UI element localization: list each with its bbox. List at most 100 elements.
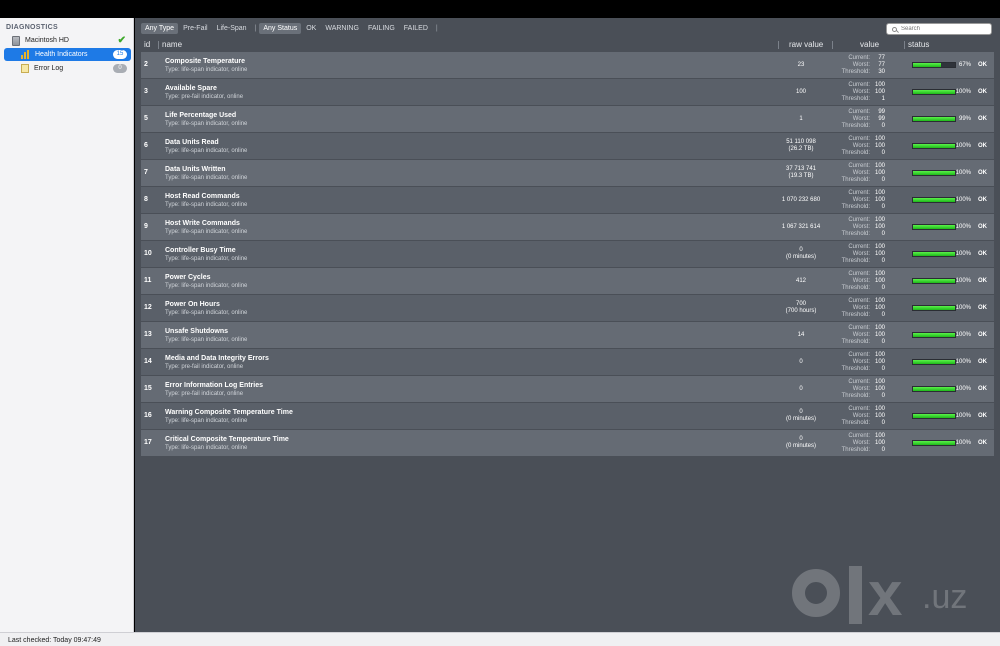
search-box[interactable] xyxy=(886,23,992,35)
health-progress-bar xyxy=(912,359,956,365)
health-percent: 100% xyxy=(955,413,971,419)
current-label: Current: xyxy=(848,55,870,61)
row-type: Type: life-span indicator, online xyxy=(165,229,248,235)
table-row[interactable]: 5 Life Percentage Used Type: life-span ind… xyxy=(141,106,994,133)
current-label: Current: xyxy=(848,190,870,196)
column-separator xyxy=(904,41,905,49)
search-input[interactable] xyxy=(901,26,981,32)
health-progress-bar xyxy=(912,332,956,338)
current-label: Current: xyxy=(848,379,870,385)
table-row[interactable]: 16 Warning Composite Temperature Time Type… xyxy=(141,403,994,430)
row-value-block: Current: 77 Worst: 77 Threshold: 30 xyxy=(831,55,885,76)
filter-life-span[interactable]: Life-Span xyxy=(213,23,251,34)
row-type: Type: life-span indicator, online xyxy=(165,337,248,343)
table-row[interactable]: 12 Power On Hours Type: life-span indicato… xyxy=(141,295,994,322)
table-row[interactable]: 6 Data Units Read Type: life-span indicato… xyxy=(141,133,994,160)
health-progress-bar xyxy=(912,224,956,230)
worst-label: Worst: xyxy=(852,278,870,284)
row-value-block: Current: 100 Worst: 100 Threshold: 0 xyxy=(831,217,885,238)
filter-failed[interactable]: FAILED xyxy=(400,23,432,34)
worst-label: Worst: xyxy=(852,359,870,365)
table-row[interactable]: 17 Critical Composite Temperature Time Typ… xyxy=(141,430,994,457)
table-row[interactable]: 14 Media and Data Integrity Errors Type: p… xyxy=(141,349,994,376)
filter-any-type[interactable]: Any Type xyxy=(141,22,179,34)
last-checked-text: Last checked: Today 09:47:49 xyxy=(8,637,101,644)
raw-value-secondary: (0 minutes) xyxy=(785,443,816,449)
table-row[interactable]: 13 Unsafe Shutdowns Type: life-span indica… xyxy=(141,322,994,349)
current-label: Current: xyxy=(848,406,870,412)
row-name: Available Spare xyxy=(165,85,217,92)
filter-failing[interactable]: FAILING xyxy=(364,23,399,34)
status-badge: OK xyxy=(978,116,987,122)
column-header-id[interactable]: id xyxy=(144,40,150,49)
table-row[interactable]: 10 Controller Busy Time Type: life-span in… xyxy=(141,241,994,268)
column-header-name[interactable]: name xyxy=(162,40,182,49)
table-row[interactable]: 15 Error Information Log Entries Type: pre… xyxy=(141,376,994,403)
filter-warning[interactable]: WARNING xyxy=(321,23,363,34)
health-progress-fill xyxy=(913,441,955,445)
current-label: Current: xyxy=(848,217,870,223)
row-raw-value: 700 (700 hours) xyxy=(761,301,841,315)
current-value: 100 xyxy=(874,82,885,88)
row-name: Power Cycles xyxy=(165,274,211,281)
health-progress-bar xyxy=(912,251,956,257)
table-row[interactable]: 11 Power Cycles Type: life-span indicator,… xyxy=(141,268,994,295)
row-value-block: Current: 99 Worst: 99 Threshold: 0 xyxy=(831,109,885,130)
raw-value-primary: 1 xyxy=(799,116,803,122)
row-id: 12 xyxy=(144,304,152,311)
column-header-status[interactable]: status xyxy=(908,40,929,49)
row-type: Type: life-span indicator, online xyxy=(165,418,248,424)
row-id: 2 xyxy=(144,61,148,68)
worst-label: Worst: xyxy=(852,440,870,446)
row-name: Critical Composite Temperature Time xyxy=(165,436,289,443)
health-progress-bar xyxy=(912,89,956,95)
health-progress-fill xyxy=(913,252,955,256)
row-type: Type: life-span indicator, online xyxy=(165,310,248,316)
health-progress-bar xyxy=(912,278,956,284)
health-percent: 100% xyxy=(955,332,971,338)
raw-value-secondary: (0 minutes) xyxy=(785,416,816,422)
health-percent: 99% xyxy=(958,116,971,122)
filter-any-status[interactable]: Any Status xyxy=(259,22,302,34)
worst-value: 100 xyxy=(874,224,885,230)
row-type: Type: pre-fail indicator, online xyxy=(165,364,244,370)
table-row[interactable]: 7 Data Units Written Type: life-span indic… xyxy=(141,160,994,187)
current-value: 100 xyxy=(874,379,885,385)
status-badge: OK xyxy=(978,62,987,68)
row-id: 16 xyxy=(144,412,152,419)
filter-pre-fail[interactable]: Pre-Fail xyxy=(179,23,212,34)
row-type: Type: life-span indicator, online xyxy=(165,175,248,181)
sidebar-item-error-log[interactable]: Error Log 0 xyxy=(4,62,131,75)
row-id: 10 xyxy=(144,250,152,257)
column-separator xyxy=(832,41,833,49)
worst-label: Worst: xyxy=(852,143,870,149)
table-row[interactable]: 8 Host Read Commands Type: life-span indic… xyxy=(141,187,994,214)
row-name: Controller Busy Time xyxy=(165,247,236,254)
table-row[interactable]: 9 Host Write Commands Type: life-span indi… xyxy=(141,214,994,241)
sidebar-item-health-indicators[interactable]: Health Indicators 15 xyxy=(4,48,131,61)
table-row[interactable]: 2 Composite Temperature Type: life-span in… xyxy=(141,52,994,79)
health-progress-bar xyxy=(912,62,956,68)
sidebar-item-disk[interactable]: Macintosh HD ✔ xyxy=(4,34,131,47)
threshold-label: Threshold: xyxy=(841,339,870,345)
raw-value-primary: 0 xyxy=(799,436,803,442)
current-label: Current: xyxy=(848,298,870,304)
row-type: Type: life-span indicator, online xyxy=(165,202,248,208)
worst-value: 100 xyxy=(874,440,885,446)
table-row[interactable]: 3 Available Spare Type: pre-fail indicator… xyxy=(141,79,994,106)
threshold-label: Threshold: xyxy=(841,285,870,291)
health-progress-fill xyxy=(913,144,955,148)
status-badge: OK xyxy=(978,359,987,365)
threshold-label: Threshold: xyxy=(841,393,870,399)
column-header-raw-value[interactable]: raw value xyxy=(789,40,823,49)
raw-value-primary: 51 110 098 xyxy=(786,139,816,145)
health-percent: 100% xyxy=(955,89,971,95)
filter-ok[interactable]: OK xyxy=(302,23,320,34)
column-header-value[interactable]: value xyxy=(860,40,879,49)
threshold-label: Threshold: xyxy=(841,312,870,318)
health-progress-fill xyxy=(913,90,955,94)
health-progress-bar xyxy=(912,143,956,149)
filter-separator: | xyxy=(435,24,438,32)
row-name: Life Percentage Used xyxy=(165,112,237,119)
current-value: 100 xyxy=(874,433,885,439)
